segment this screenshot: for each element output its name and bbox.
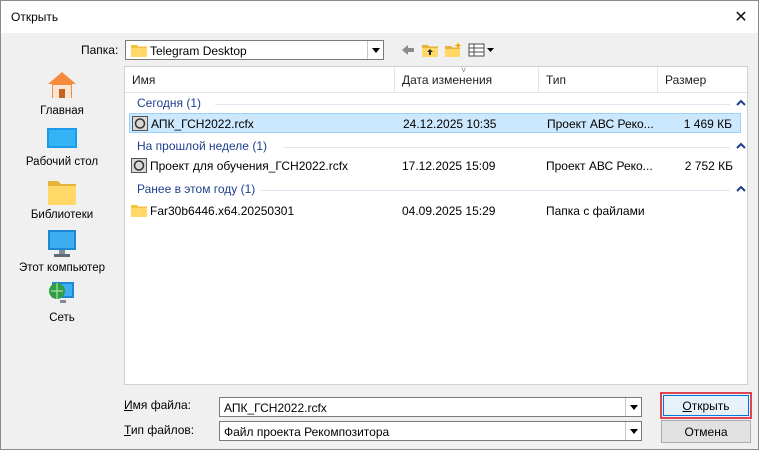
column-type[interactable]: Тип xyxy=(539,67,658,93)
filename-label: Имя файла: xyxy=(124,398,191,412)
place-this-pc-label: Этот компьютер xyxy=(19,262,105,274)
collapse-chevron-icon[interactable] xyxy=(736,184,746,194)
group-divider xyxy=(260,190,730,191)
file-list[interactable]: Имя Дата изменения ˅ Тип Размер Сегодня … xyxy=(124,65,748,385)
file-size: 2 752 КБ xyxy=(684,159,733,173)
column-size[interactable]: Размер xyxy=(658,67,747,93)
file-name: Far30b6446.x64.20250301 xyxy=(150,204,295,218)
places-bar: Главная Рабочий стол Библиотеки Этот ком… xyxy=(6,66,118,341)
file-date: 17.12.2025 15:09 xyxy=(402,159,496,173)
file-row[interactable]: Проект для обучения_ГСН2022.rcfx 17.12.2… xyxy=(129,156,741,176)
title-bar: Открыть ✕ xyxy=(1,1,758,33)
collapse-chevron-icon[interactable] xyxy=(736,98,746,108)
desktop-icon xyxy=(47,128,77,148)
close-icon: ✕ xyxy=(734,9,748,26)
group-header-last-week[interactable]: На прошлой неделе (1) xyxy=(137,139,267,153)
list-header: Имя Дата изменения ˅ Тип Размер xyxy=(125,65,747,93)
place-home[interactable]: Главная xyxy=(6,69,118,121)
filetype-select[interactable]: Файл проекта Рекомпозитора xyxy=(219,421,642,441)
column-name[interactable]: Имя xyxy=(125,67,395,93)
computer-icon xyxy=(48,230,76,257)
folder-icon xyxy=(131,45,147,57)
place-libraries-label: Библиотеки xyxy=(30,209,94,221)
filetype-label: Тип файлов: xyxy=(124,423,195,437)
filename-value: АПК_ГСН2022.rcfx xyxy=(224,401,327,415)
file-size: 1 469 КБ xyxy=(683,117,732,131)
network-icon xyxy=(49,282,74,303)
filename-dropdown-button[interactable] xyxy=(625,398,641,416)
view-menu-icon[interactable] xyxy=(468,42,496,58)
file-type: Папка с файлами xyxy=(546,204,645,218)
place-home-label: Главная xyxy=(40,105,84,117)
place-desktop-label: Рабочий стол xyxy=(25,156,99,168)
group-header-earlier-this-year[interactable]: Ранее в этом году (1) xyxy=(137,182,255,196)
open-file-dialog: Открыть ✕ Папка: Telegram Desktop Главна… xyxy=(0,0,759,450)
file-type: Проект АВС Реко... xyxy=(547,117,654,131)
lookin-dropdown-button[interactable] xyxy=(367,41,383,59)
sort-chevron-icon: ˅ xyxy=(461,65,467,75)
place-desktop[interactable]: Рабочий стол xyxy=(6,123,118,175)
back-arrow-icon[interactable] xyxy=(401,42,415,58)
home-icon xyxy=(48,72,76,98)
file-name: Проект для обучения_ГСН2022.rcfx xyxy=(150,159,349,173)
place-this-pc[interactable]: Этот компьютер xyxy=(6,228,118,280)
rcfx-file-icon xyxy=(131,158,147,173)
filename-input[interactable]: АПК_ГСН2022.rcfx xyxy=(219,397,642,417)
group-header-today[interactable]: Сегодня (1) xyxy=(137,96,201,110)
lookin-combo[interactable]: Telegram Desktop xyxy=(125,40,384,60)
lookin-label: Папка: xyxy=(81,43,119,57)
file-row[interactable]: Far30b6446.x64.20250301 04.09.2025 15:29… xyxy=(129,201,741,221)
column-date[interactable]: Дата изменения xyxy=(395,67,539,93)
rcfx-file-icon xyxy=(132,116,148,131)
lookin-value: Telegram Desktop xyxy=(150,44,247,58)
up-folder-icon[interactable] xyxy=(421,42,439,58)
place-network[interactable]: Сеть xyxy=(6,280,118,332)
cancel-button[interactable]: Отмена xyxy=(661,420,751,443)
place-network-label: Сеть xyxy=(49,312,75,324)
open-button[interactable]: Открыть xyxy=(660,392,752,419)
file-date: 04.09.2025 15:29 xyxy=(402,204,496,218)
folder-icon xyxy=(131,205,147,217)
filetype-dropdown-button[interactable] xyxy=(625,422,641,440)
collapse-chevron-icon[interactable] xyxy=(736,141,746,151)
libraries-icon xyxy=(48,181,76,205)
group-divider xyxy=(215,104,730,105)
file-row[interactable]: АПК_ГСН2022.rcfx 24.12.2025 10:35 Проект… xyxy=(129,113,741,133)
file-type: Проект АВС Реко... xyxy=(546,159,653,173)
group-divider xyxy=(283,147,730,148)
dialog-title: Открыть xyxy=(11,10,59,24)
file-date: 24.12.2025 10:35 xyxy=(403,117,497,131)
close-button[interactable]: ✕ xyxy=(724,1,758,33)
new-folder-icon[interactable] xyxy=(444,42,462,58)
place-libraries[interactable]: Библиотеки xyxy=(6,176,118,228)
file-name: АПК_ГСН2022.rcfx xyxy=(151,117,254,131)
filetype-value: Файл проекта Рекомпозитора xyxy=(224,425,390,439)
